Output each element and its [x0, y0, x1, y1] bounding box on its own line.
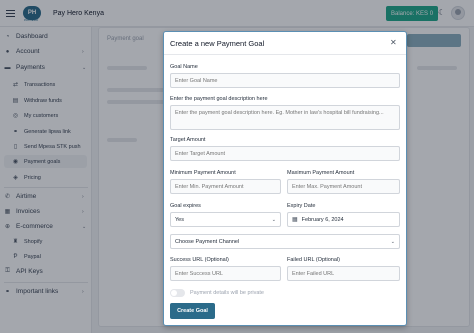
target-amount-label: Target Amount	[170, 137, 206, 143]
max-amount-label: Maximum Payment Amount	[287, 170, 355, 176]
min-amount-label: Minimum Payment Amount	[170, 170, 236, 176]
description-label: Enter the payment goal description here	[170, 96, 268, 102]
expiry-date-label: Expiry Date	[287, 203, 316, 209]
modal-divider	[164, 54, 406, 55]
calendar-icon: ▦	[292, 217, 298, 223]
target-amount-input[interactable]	[170, 146, 400, 161]
close-icon[interactable]: ✕	[390, 38, 397, 47]
chevron-down-icon: ⌄	[390, 238, 395, 245]
private-details-toggle[interactable]	[170, 289, 185, 297]
min-amount-input[interactable]	[170, 179, 281, 194]
payment-channel-value: Choose Payment Channel	[175, 238, 240, 245]
goal-name-input[interactable]	[170, 73, 400, 88]
max-amount-input[interactable]	[287, 179, 400, 194]
failed-url-label: Failed URL (Optional)	[287, 257, 340, 263]
expiry-date-value: February 6, 2024	[301, 216, 344, 223]
expiry-date-picker[interactable]: ▦ February 6, 2024	[287, 212, 400, 227]
payment-channel-select[interactable]: Choose Payment Channel ⌄	[170, 234, 400, 249]
goal-expires-select[interactable]: Yes ⌄	[170, 212, 281, 227]
modal-title: Create a new Payment Goal	[170, 39, 265, 48]
goal-expires-value: Yes	[175, 216, 184, 223]
failed-url-input[interactable]	[287, 266, 400, 281]
private-details-label: Payment details will be private	[190, 290, 264, 296]
chevron-down-icon: ⌄	[271, 216, 276, 223]
goal-expires-label: Goal expires	[170, 203, 201, 209]
create-goal-button[interactable]: Create Goal	[170, 303, 215, 319]
success-url-label: Success URL (Optional)	[170, 257, 229, 263]
description-textarea[interactable]	[170, 105, 400, 130]
create-goal-modal: Create a new Payment Goal ✕ Goal Name En…	[163, 31, 407, 326]
goal-name-label: Goal Name	[170, 64, 198, 70]
success-url-input[interactable]	[170, 266, 281, 281]
